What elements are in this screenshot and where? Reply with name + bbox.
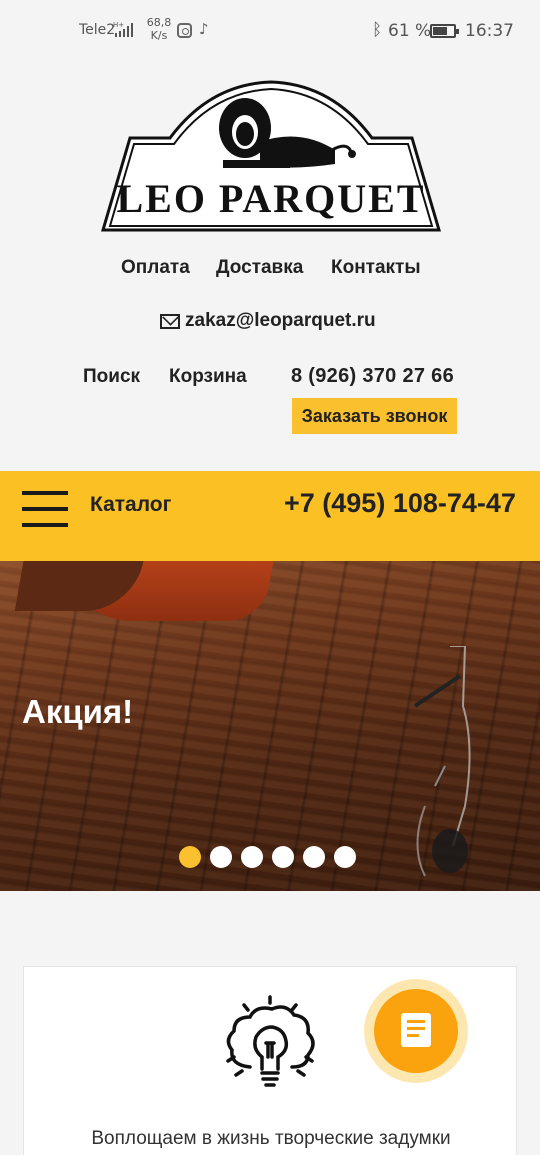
email-link[interactable]: zakaz@leoparquet.ru (160, 310, 376, 332)
promo-banner[interactable]: Акция! (0, 561, 540, 891)
slider-dot-4[interactable] (272, 846, 294, 868)
nav-payment[interactable]: Оплата (121, 257, 190, 279)
slider-dot-1[interactable] (179, 846, 201, 868)
banner-glass-image (413, 646, 471, 877)
feature-card: Воплощаем в жизнь творческие задумки (23, 966, 517, 1155)
banner-chair-image (52, 561, 278, 621)
nav-contacts[interactable]: Контакты (331, 257, 421, 279)
speed-unit: K/s (150, 29, 168, 42)
menu-icon[interactable] (22, 491, 68, 527)
tiktok-icon: ♪ (199, 20, 209, 38)
logo-text: LEO PARQUET (116, 176, 425, 221)
nav-delivery[interactable]: Доставка (216, 257, 303, 279)
creative-idea-icon (226, 995, 315, 1087)
card-text: Воплощаем в жизнь творческие задумки (91, 1128, 451, 1149)
catalog-button[interactable]: Каталог (90, 493, 171, 517)
banner-title: Акция! (22, 693, 134, 730)
envelope-icon (160, 313, 180, 329)
carrier-label: Tele2 (79, 22, 116, 38)
slider-dots (179, 846, 356, 868)
status-bar: Tele2 H+ 68,8 K/s ♪ ᛒ 61 % 16:37 (0, 0, 540, 52)
cart-link[interactable]: Корзина (169, 366, 247, 388)
header-phone[interactable]: 8 (926) 370 27 66 (291, 365, 454, 388)
document-badge[interactable] (364, 979, 468, 1083)
clock: 16:37 (465, 21, 514, 41)
instagram-icon (177, 23, 192, 38)
svg-text:H+: H+ (113, 21, 124, 29)
signal-icon: H+ (113, 21, 133, 37)
battery-icon (430, 24, 459, 38)
battery-percent: 61 % (388, 21, 432, 41)
catalog-phone[interactable]: +7 (495) 108-74-47 (284, 488, 516, 519)
slider-dot-2[interactable] (210, 846, 232, 868)
slider-dot-5[interactable] (303, 846, 325, 868)
document-icon (401, 1013, 431, 1047)
email-text: zakaz@leoparquet.ru (185, 310, 376, 331)
catalog-bar: Каталог +7 (495) 108-74-47 (0, 471, 540, 561)
network-speed: 68,8 K/s (146, 16, 172, 42)
slider-dot-3[interactable] (241, 846, 263, 868)
leo-parquet-logo[interactable]: LEO PARQUET (100, 80, 442, 232)
callback-button[interactable]: Заказать звонок (292, 398, 457, 434)
search-link[interactable]: Поиск (83, 366, 140, 388)
speed-value: 68,8 (146, 16, 172, 29)
slider-dot-6[interactable] (334, 846, 356, 868)
bluetooth-icon: ᛒ (372, 20, 383, 40)
